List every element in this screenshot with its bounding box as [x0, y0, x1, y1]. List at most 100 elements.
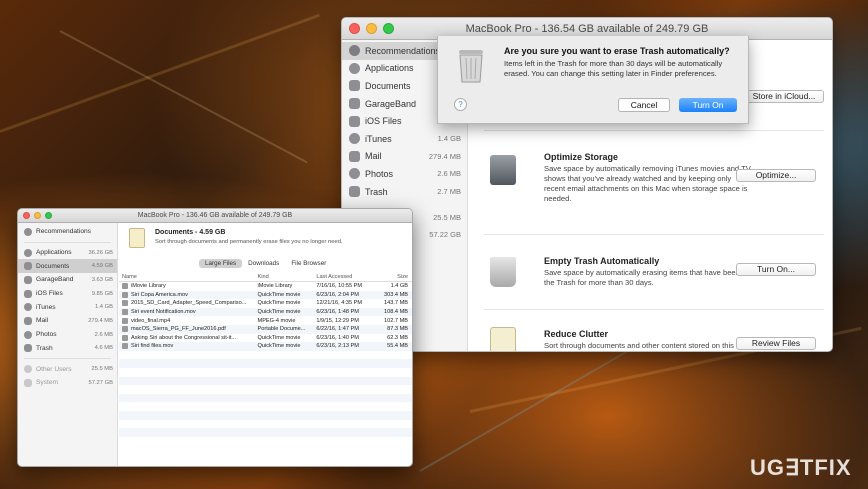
file-size: 108.4 MB: [384, 309, 408, 316]
sidebar-separator: [24, 358, 111, 360]
sidebar-item-ios-files[interactable]: iOS Files 9.85 GB: [18, 287, 117, 301]
minimize-window-button[interactable]: [34, 212, 41, 219]
guitar-icon: [349, 98, 360, 110]
panel-title: Documents - 4.59 GB: [155, 229, 226, 236]
recommendation-optimize-storage: Optimize Storage Save space by automatic…: [484, 130, 824, 208]
trash-icon: [349, 186, 360, 198]
window-controls: [23, 212, 52, 219]
sidebar-item-label: Mail: [36, 317, 49, 325]
zoom-window-button[interactable]: [45, 212, 52, 219]
document-icon: [490, 327, 516, 351]
tab-large-files[interactable]: Large Files: [199, 259, 243, 268]
table-row[interactable]: iMovie Library iMovie Library 7/16/16, 10:…: [119, 282, 412, 291]
tab-file-browser[interactable]: File Browser: [285, 259, 332, 268]
file-name: 2015_SD_Card_Adapter_Speed_Compariso...: [119, 300, 256, 307]
sidebar-item-other-users[interactable]: Other Users 25.5 MB: [18, 362, 117, 376]
file-icon: [122, 291, 128, 298]
sidebar-item-system[interactable]: System 57.27 GB: [18, 376, 117, 390]
file-size: 62.3 MB: [387, 334, 408, 341]
close-window-button[interactable]: [349, 23, 360, 34]
users-icon: [24, 365, 32, 374]
table-row[interactable]: 2015_SD_Card_Adapter_Speed_Compariso... Q…: [119, 299, 412, 308]
sidebar-item-photos[interactable]: Photos 2.6 MB: [342, 165, 467, 183]
sidebar-item-applications[interactable]: Applications 36.26 GB: [18, 246, 117, 260]
sidebar-item-label: Trash: [36, 344, 53, 352]
minimize-window-button[interactable]: [366, 23, 377, 34]
file-name-text: iMovie Library: [131, 283, 166, 290]
sidebar-item-size: 2.6 MB: [94, 331, 113, 338]
tab-downloads[interactable]: Downloads: [242, 259, 285, 268]
music-note-icon: [24, 303, 32, 312]
sidebar-item-label: Applications: [365, 63, 414, 74]
sidebar-item-mail[interactable]: Mail 279.4 MB: [18, 314, 117, 328]
sidebar-item-size: 9.85 GB: [91, 290, 113, 297]
file-icon: [122, 300, 128, 307]
help-button[interactable]: ?: [454, 98, 467, 111]
sidebar-item-recommendations[interactable]: Recommendations: [18, 225, 117, 239]
music-note-icon: [349, 133, 360, 145]
trash-icon: [455, 46, 487, 84]
optimize-button[interactable]: Optimize...: [736, 169, 816, 182]
close-window-button[interactable]: [23, 212, 30, 219]
window-titlebar[interactable]: MacBook Pro - 136.46 GB available of 249…: [18, 209, 412, 223]
panel-subtitle: Sort through documents and permanently e…: [155, 239, 343, 245]
file-size: 143.7 MB: [384, 300, 408, 307]
recommendation-reduce-clutter: Reduce Clutter Sort through documents an…: [484, 309, 824, 351]
table-row[interactable]: Siri event Notification.mov QuickTime mov…: [119, 307, 412, 317]
file-icon: [122, 283, 128, 290]
sidebar-item-label: Photos: [365, 168, 394, 179]
cancel-button[interactable]: Cancel: [618, 98, 670, 112]
empty-table-row: [119, 351, 412, 360]
recommendation-title: Reduce Clutter: [544, 329, 609, 339]
sidebar-item-size: 279.4 MB: [428, 151, 461, 161]
documents-icon: [24, 262, 32, 271]
files-table: Name Kind Last Accessed Size iMovie Libr…: [119, 273, 412, 466]
file-size: 87.3 MB: [387, 326, 408, 333]
sidebar-item-label: iTunes: [365, 133, 392, 144]
applications-icon: [349, 62, 360, 74]
column-header-name[interactable]: Name: [119, 274, 256, 280]
store-in-icloud-button[interactable]: Store in iCloud...: [744, 90, 824, 103]
sidebar-item-label: Applications: [36, 249, 72, 257]
table-row[interactable]: Asking Siri about the Congressional sit-…: [119, 334, 412, 343]
lightbulb-icon: [24, 227, 32, 236]
sidebar-item-trash[interactable]: Trash 4.6 MB: [18, 342, 117, 356]
recommendation-description: Save space by automatically removing iTu…: [544, 164, 751, 203]
dialog-message: Items left in the Trash for more than 30…: [504, 59, 723, 78]
sidebar-item-documents[interactable]: Documents 4.59 GB: [18, 259, 117, 274]
turn-on-button[interactable]: Turn On...: [736, 263, 816, 276]
file-kind: QuickTime movie: [257, 300, 301, 307]
sidebar-item-size: 3.63 GB: [91, 276, 113, 283]
phone-icon: [24, 289, 32, 298]
table-row[interactable]: Siri find files.mov QuickTime movie 6/23/1…: [119, 342, 412, 351]
sidebar-item-label: Photos: [36, 331, 57, 339]
table-row[interactable]: Siri Copa America.mov QuickTime movie 6/23…: [119, 290, 412, 300]
sidebar-item-size: 2.6 MB: [437, 169, 461, 179]
sidebar-item-itunes[interactable]: iTunes 1.4 GB: [18, 300, 117, 314]
sidebar-item-photos[interactable]: Photos 2.6 MB: [18, 328, 117, 342]
file-last-accessed: 7/16/16, 10:55 PM: [316, 283, 363, 290]
file-last-accessed: 6/23/16, 2:04 PM: [316, 291, 359, 298]
zoom-window-button[interactable]: [383, 23, 394, 34]
applications-icon: [24, 248, 32, 257]
trash-icon: [490, 257, 516, 287]
sidebar-item-label: iOS Files: [365, 116, 402, 127]
sidebar-item-garageband[interactable]: GarageBand 3.63 GB: [18, 273, 117, 287]
column-header-size[interactable]: Size: [376, 274, 412, 280]
hard-drive-icon: [490, 155, 516, 185]
table-body: iMovie Library iMovie Library 7/16/16, 10:…: [119, 282, 412, 437]
envelope-icon: [349, 150, 360, 162]
column-header-kind[interactable]: Kind: [256, 274, 315, 280]
column-header-last-accessed[interactable]: Last Accessed: [314, 274, 376, 280]
sidebar-item-mail[interactable]: Mail 279.4 MB: [342, 148, 467, 166]
watermark-logo: UG∃TFIX: [750, 455, 852, 480]
recommendation-description: Save space by automatically erasing item…: [544, 268, 748, 287]
recommendation-title: Empty Trash Automatically: [544, 256, 660, 266]
sidebar-item-trash[interactable]: Trash 2.7 MB: [342, 183, 467, 201]
sidebar-item-itunes[interactable]: iTunes 1.4 GB: [342, 130, 467, 148]
table-row[interactable]: video_final.mp4 MPEG-4 movie 1/9/15, 12:29…: [119, 316, 412, 325]
turn-on-confirm-button[interactable]: Turn On: [679, 98, 737, 112]
table-row[interactable]: macOS_Sierra_PG_FF_June2016.pdf Portable …: [119, 324, 412, 334]
file-name: Asking Siri about the Congressional sit-…: [119, 334, 256, 341]
review-files-button[interactable]: Review Files: [736, 337, 816, 350]
